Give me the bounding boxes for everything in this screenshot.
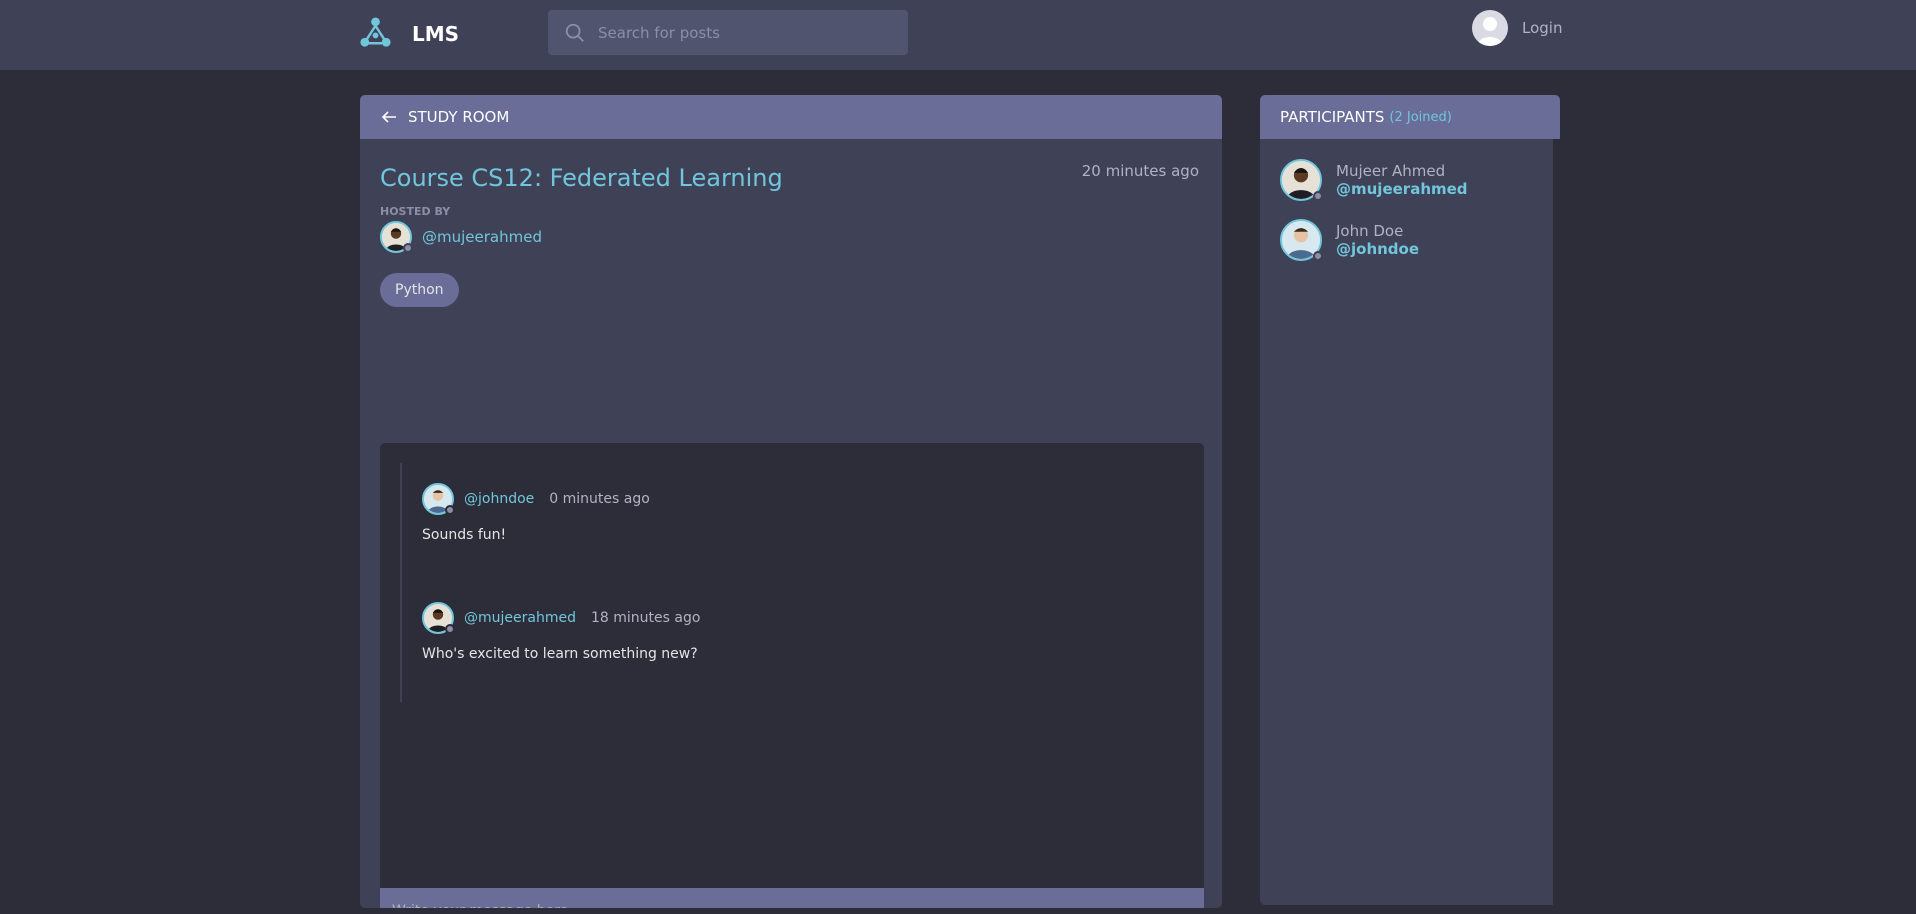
participants-title: PARTICIPANTS bbox=[1280, 108, 1385, 126]
room-section-label: STUDY ROOM bbox=[408, 108, 510, 126]
participant-info: John Doe @johndoe bbox=[1336, 222, 1419, 258]
message-text: Who's excited to learn something new? bbox=[422, 646, 698, 662]
back-arrow-icon[interactable] bbox=[380, 108, 398, 126]
search-input[interactable] bbox=[598, 23, 888, 42]
host-username[interactable]: @mujeerahmed bbox=[422, 228, 542, 246]
message-time: 0 minutes ago bbox=[549, 491, 650, 507]
status-dot bbox=[445, 624, 455, 634]
participant-info: Mujeer Ahmed @mujeerahmed bbox=[1336, 162, 1468, 198]
message-input[interactable] bbox=[392, 902, 1204, 908]
participants-scrollbar[interactable] bbox=[1553, 139, 1560, 905]
logo-icon bbox=[360, 17, 391, 47]
room-header: STUDY ROOM bbox=[360, 95, 1222, 139]
user-avatar-icon bbox=[1472, 10, 1508, 46]
participant-handle[interactable]: @johndoe bbox=[1336, 240, 1419, 258]
message-header: @mujeerahmed 18 minutes ago bbox=[422, 602, 1180, 634]
hosted-by-label: HOSTED BY bbox=[380, 205, 451, 218]
room-created-time: 20 minutes ago bbox=[1081, 162, 1199, 180]
logo-text: LMS bbox=[412, 21, 460, 46]
status-dot bbox=[403, 243, 413, 253]
status-dot bbox=[445, 505, 455, 515]
study-room-panel: STUDY ROOM Course CS12: Federated Learni… bbox=[360, 95, 1222, 908]
message-item: @johndoe 0 minutes ago Sounds fun! bbox=[400, 463, 1180, 583]
participant-item[interactable]: John Doe @johndoe bbox=[1280, 219, 1419, 261]
login-button[interactable]: Login bbox=[1472, 10, 1562, 46]
participants-count: (2 Joined) bbox=[1389, 109, 1452, 125]
message-avatar bbox=[422, 602, 455, 634]
message-item: @mujeerahmed 18 minutes ago Who's excite… bbox=[400, 582, 1180, 702]
participant-name: John Doe bbox=[1336, 222, 1404, 240]
participant-avatar bbox=[1280, 219, 1323, 261]
participant-handle[interactable]: @mujeerahmed bbox=[1336, 180, 1468, 198]
logo[interactable]: LMS bbox=[358, 16, 459, 51]
room-title: Course CS12: Federated Learning bbox=[380, 164, 783, 192]
message-avatar bbox=[422, 483, 455, 515]
login-label: Login bbox=[1522, 19, 1563, 37]
message-author[interactable]: @johndoe bbox=[464, 491, 534, 507]
search-bar[interactable] bbox=[548, 10, 908, 55]
conversation-thread[interactable]: @johndoe 0 minutes ago Sounds fun! @muje… bbox=[380, 443, 1204, 888]
status-dot bbox=[1313, 251, 1323, 261]
host-link[interactable]: @mujeerahmed bbox=[380, 221, 542, 253]
message-composer[interactable] bbox=[380, 888, 1204, 908]
search-icon bbox=[565, 23, 584, 42]
participants-panel: PARTICIPANTS (2 Joined) Mujeer Ahmed @mu… bbox=[1260, 95, 1560, 905]
status-dot bbox=[1313, 191, 1323, 201]
host-avatar bbox=[380, 221, 413, 253]
message-author[interactable]: @mujeerahmed bbox=[464, 610, 576, 626]
participant-avatar bbox=[1280, 159, 1323, 201]
message-time: 18 minutes ago bbox=[590, 610, 701, 626]
top-navbar: LMS Login bbox=[0, 0, 1916, 70]
participant-item[interactable]: Mujeer Ahmed @mujeerahmed bbox=[1280, 159, 1468, 201]
message-text: Sounds fun! bbox=[422, 527, 507, 543]
participants-header: PARTICIPANTS (2 Joined) bbox=[1260, 95, 1560, 139]
topic-tag[interactable]: Python bbox=[380, 273, 459, 307]
participant-name: Mujeer Ahmed bbox=[1336, 162, 1446, 180]
message-header: @johndoe 0 minutes ago bbox=[422, 483, 1180, 515]
